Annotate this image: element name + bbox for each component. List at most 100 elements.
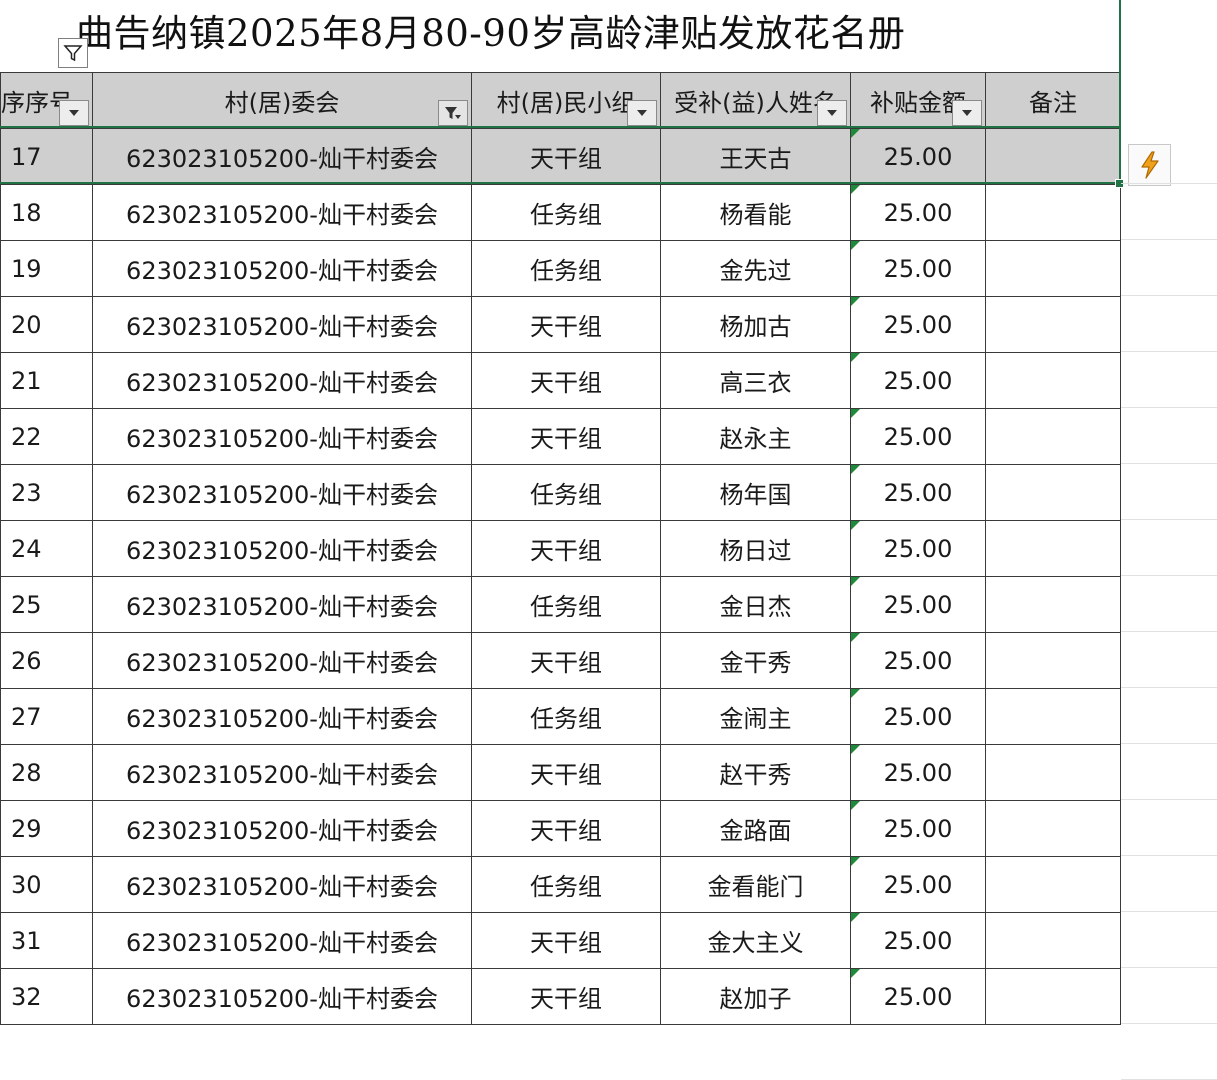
cell-note[interactable] <box>985 464 1121 521</box>
header-group[interactable]: 村(居)民小组 <box>471 72 661 129</box>
cell-name[interactable]: 金日杰 <box>660 576 851 633</box>
chevron-down-icon[interactable] <box>627 100 657 126</box>
header-name[interactable]: 受补(益)人姓名 <box>660 72 851 129</box>
cell-name[interactable]: 杨加古 <box>660 296 851 353</box>
cell-seq[interactable]: 30 <box>0 856 93 913</box>
table-row[interactable]: 30 623023105200-灿干村委会 任务组 金看能门 25.00 <box>0 856 1121 913</box>
table-row[interactable]: 24 623023105200-灿干村委会 天干组 杨日过 25.00 <box>0 520 1121 577</box>
cell-group[interactable]: 天干组 <box>471 912 661 969</box>
table-row[interactable]: 18 623023105200-灿干村委会 任务组 杨看能 25.00 <box>0 184 1121 241</box>
cell-committee[interactable]: 623023105200-灿干村委会 <box>92 128 472 185</box>
cell-note[interactable] <box>985 184 1121 241</box>
cell-group[interactable]: 天干组 <box>471 128 661 185</box>
cell-committee[interactable]: 623023105200-灿干村委会 <box>92 576 472 633</box>
cell-seq[interactable]: 27 <box>0 688 93 745</box>
cell-committee[interactable]: 623023105200-灿干村委会 <box>92 744 472 801</box>
cell-note[interactable] <box>985 856 1121 913</box>
cell-group[interactable]: 天干组 <box>471 408 661 465</box>
cell-amount[interactable]: 25.00 <box>850 184 986 241</box>
cell-committee[interactable]: 623023105200-灿干村委会 <box>92 296 472 353</box>
cell-note[interactable] <box>985 576 1121 633</box>
cell-amount[interactable]: 25.00 <box>850 128 986 185</box>
cell-committee[interactable]: 623023105200-灿干村委会 <box>92 856 472 913</box>
cell-amount[interactable]: 25.00 <box>850 800 986 857</box>
cell-note[interactable] <box>985 632 1121 689</box>
cell-committee[interactable]: 623023105200-灿干村委会 <box>92 968 472 1025</box>
cell-amount[interactable]: 25.00 <box>850 296 986 353</box>
cell-amount[interactable]: 25.00 <box>850 856 986 913</box>
cell-note[interactable] <box>985 240 1121 297</box>
cell-note[interactable] <box>985 744 1121 801</box>
cell-note[interactable] <box>985 800 1121 857</box>
table-row[interactable]: 23 623023105200-灿干村委会 任务组 杨年国 25.00 <box>0 464 1121 521</box>
cell-note[interactable] <box>985 296 1121 353</box>
table-row[interactable]: 29 623023105200-灿干村委会 天干组 金路面 25.00 <box>0 800 1121 857</box>
cell-amount[interactable]: 25.00 <box>850 464 986 521</box>
cell-group[interactable]: 任务组 <box>471 856 661 913</box>
cell-committee[interactable]: 623023105200-灿干村委会 <box>92 184 472 241</box>
cell-amount[interactable]: 25.00 <box>850 240 986 297</box>
header-amount[interactable]: 补贴金额 <box>850 72 986 129</box>
header-seq[interactable]: 序序号 <box>0 72 93 129</box>
cell-committee[interactable]: 623023105200-灿干村委会 <box>92 352 472 409</box>
table-row[interactable]: 17 623023105200-灿干村委会 天干组 王天古 25.00 <box>0 128 1121 185</box>
cell-amount[interactable]: 25.00 <box>850 520 986 577</box>
cell-note[interactable] <box>985 408 1121 465</box>
table-row[interactable]: 26 623023105200-灿干村委会 天干组 金干秀 25.00 <box>0 632 1121 689</box>
cell-name[interactable]: 赵干秀 <box>660 744 851 801</box>
cell-name[interactable]: 高三衣 <box>660 352 851 409</box>
header-note[interactable]: 备注 <box>985 72 1121 129</box>
cell-group[interactable]: 天干组 <box>471 520 661 577</box>
cell-name[interactable]: 金闹主 <box>660 688 851 745</box>
table-row[interactable]: 28 623023105200-灿干村委会 天干组 赵干秀 25.00 <box>0 744 1121 801</box>
cell-seq[interactable]: 17 <box>0 128 93 185</box>
cell-amount[interactable]: 25.00 <box>850 632 986 689</box>
cell-committee[interactable]: 623023105200-灿干村委会 <box>92 408 472 465</box>
cell-committee[interactable]: 623023105200-灿干村委会 <box>92 632 472 689</box>
cell-group[interactable]: 天干组 <box>471 744 661 801</box>
cell-amount[interactable]: 25.00 <box>850 912 986 969</box>
filter-icon[interactable] <box>58 38 88 68</box>
cell-committee[interactable]: 623023105200-灿干村委会 <box>92 520 472 577</box>
cell-name[interactable]: 金先过 <box>660 240 851 297</box>
cell-seq[interactable]: 24 <box>0 520 93 577</box>
cell-note[interactable] <box>985 968 1121 1025</box>
cell-name[interactable]: 金大主义 <box>660 912 851 969</box>
table-row[interactable]: 25 623023105200-灿干村委会 任务组 金日杰 25.00 <box>0 576 1121 633</box>
table-row[interactable]: 21 623023105200-灿干村委会 天干组 高三衣 25.00 <box>0 352 1121 409</box>
cell-committee[interactable]: 623023105200-灿干村委会 <box>92 240 472 297</box>
cell-seq[interactable]: 22 <box>0 408 93 465</box>
table-row[interactable]: 22 623023105200-灿干村委会 天干组 赵永主 25.00 <box>0 408 1121 465</box>
cell-group[interactable]: 任务组 <box>471 240 661 297</box>
cell-note[interactable] <box>985 688 1121 745</box>
cell-seq[interactable]: 32 <box>0 968 93 1025</box>
table-row[interactable]: 31 623023105200-灿干村委会 天干组 金大主义 25.00 <box>0 912 1121 969</box>
lightning-icon[interactable] <box>1128 144 1171 186</box>
cell-group[interactable]: 天干组 <box>471 352 661 409</box>
cell-amount[interactable]: 25.00 <box>850 968 986 1025</box>
cell-seq[interactable]: 20 <box>0 296 93 353</box>
cell-name[interactable]: 杨年国 <box>660 464 851 521</box>
cell-note[interactable] <box>985 912 1121 969</box>
cell-name[interactable]: 金看能门 <box>660 856 851 913</box>
cell-name[interactable]: 金路面 <box>660 800 851 857</box>
cell-group[interactable]: 天干组 <box>471 632 661 689</box>
table-row[interactable]: 27 623023105200-灿干村委会 任务组 金闹主 25.00 <box>0 688 1121 745</box>
cell-seq[interactable]: 21 <box>0 352 93 409</box>
cell-committee[interactable]: 623023105200-灿干村委会 <box>92 464 472 521</box>
cell-name[interactable]: 赵永主 <box>660 408 851 465</box>
cell-seq[interactable]: 18 <box>0 184 93 241</box>
cell-group[interactable]: 任务组 <box>471 576 661 633</box>
cell-committee[interactable]: 623023105200-灿干村委会 <box>92 688 472 745</box>
cell-group[interactable]: 任务组 <box>471 688 661 745</box>
cell-name[interactable]: 杨日过 <box>660 520 851 577</box>
cell-amount[interactable]: 25.00 <box>850 688 986 745</box>
cell-note[interactable] <box>985 520 1121 577</box>
cell-group[interactable]: 任务组 <box>471 184 661 241</box>
cell-group[interactable]: 任务组 <box>471 464 661 521</box>
cell-name[interactable]: 王天古 <box>660 128 851 185</box>
cell-amount[interactable]: 25.00 <box>850 744 986 801</box>
cell-amount[interactable]: 25.00 <box>850 576 986 633</box>
cell-seq[interactable]: 28 <box>0 744 93 801</box>
cell-seq[interactable]: 19 <box>0 240 93 297</box>
